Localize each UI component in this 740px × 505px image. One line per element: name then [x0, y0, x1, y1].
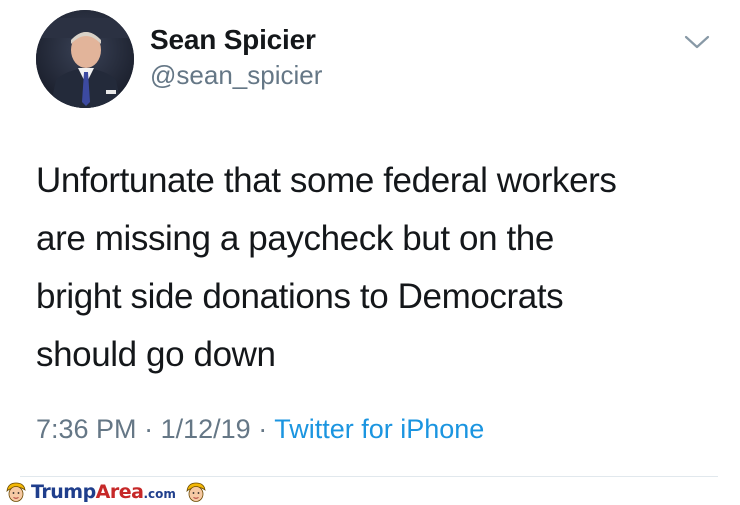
- avatar-photo: [36, 10, 134, 108]
- display-name[interactable]: Sean Spicier: [150, 24, 316, 56]
- divider: [20, 476, 718, 477]
- meta-separator: ·: [258, 414, 268, 444]
- user-handle[interactable]: @sean_spicier: [150, 60, 322, 91]
- tweet-metadata: 7:36 PM · 1/12/19 · Twitter for iPhone: [36, 414, 484, 445]
- watermark-brand: TrumpArea.com: [31, 481, 176, 503]
- cartoon-head-icon: [186, 482, 206, 502]
- tweet-time[interactable]: 7:36 PM: [36, 414, 137, 444]
- cartoon-head-icon: [6, 482, 26, 502]
- tweet-text-line: Unfortunate that some federal workers: [36, 161, 617, 200]
- avatar[interactable]: [36, 10, 134, 108]
- tweet-text: Unfortunate that some federal workers ar…: [36, 152, 716, 384]
- chevron-down-icon[interactable]: [684, 32, 710, 52]
- tweet-text-line: should go down: [36, 335, 276, 374]
- tweet-card: Sean Spicier @sean_spicier Unfortunate t…: [0, 0, 740, 505]
- tweet-text-line: are missing a paycheck but on the: [36, 219, 554, 258]
- tweet-date[interactable]: 1/12/19: [161, 414, 251, 444]
- watermark: TrumpArea.com: [4, 480, 208, 504]
- tweet-text-line: bright side donations to Democrats: [36, 277, 564, 316]
- meta-separator: ·: [144, 414, 154, 444]
- tweet-source-link[interactable]: Twitter for iPhone: [274, 414, 484, 444]
